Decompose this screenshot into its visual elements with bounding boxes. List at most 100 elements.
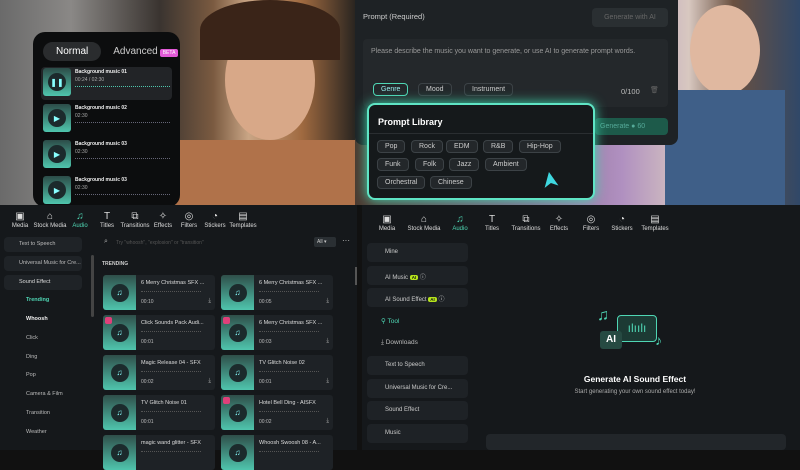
tab-label: Stickers <box>611 226 633 232</box>
sidebar-item-ai-sound-effect[interactable]: AI Sound Effect AI ⓘ <box>367 288 468 307</box>
tag-funk[interactable]: Funk <box>377 158 409 171</box>
tab-transitions[interactable]: ⧉ Transitions <box>120 211 149 229</box>
download-icon[interactable]: ⤓ <box>208 298 211 305</box>
tab-transitions[interactable]: ⧉ Transitions <box>511 214 540 232</box>
tab-titles[interactable]: T Titles <box>100 211 114 229</box>
search-input[interactable]: Try "whoosh", "explosion" or "transition… <box>116 240 204 246</box>
tab-filters[interactable]: ◎ Filters <box>583 214 599 232</box>
music-note-icon: ♫ <box>110 363 129 382</box>
music-item[interactable]: ❚❚ Background music 01 00:24 / 02:30 <box>41 67 172 100</box>
chip-genre[interactable]: Genre <box>373 83 409 96</box>
tab-templates[interactable]: ▤ Templates <box>229 211 256 229</box>
tag-edm[interactable]: EDM <box>446 140 478 153</box>
sound-card[interactable]: ♫ 6 Merry Christmas SFX ... 00:10 ⤓ <box>103 275 215 310</box>
tag-hip-hop[interactable]: Hip-Hop <box>519 140 561 153</box>
tag-chinese[interactable]: Chinese <box>430 176 472 189</box>
tab-media[interactable]: ▣ Media <box>12 211 28 229</box>
tag-pop[interactable]: Pop <box>377 140 406 153</box>
sidebar-item-universal-music[interactable]: Universal Music for Cre... <box>4 256 82 271</box>
sidebar-item-downloads[interactable]: ⤓ Downloads <box>381 339 418 347</box>
play-icon[interactable]: ▶ <box>48 145 66 163</box>
sidebar-item-tool[interactable]: ⚲ Tool <box>381 317 399 325</box>
sub-item-whoosh[interactable]: Whoosh <box>26 316 48 322</box>
prompt-input-box[interactable] <box>486 434 786 450</box>
sound-card[interactable]: ♫ 6 Merry Christmas SFX ... 00:03 ⤓ <box>221 315 333 350</box>
sidebar-item-mine[interactable]: Mine <box>367 243 468 262</box>
sidebar-item-text-to-speech[interactable]: Text to Speech <box>367 356 468 375</box>
sub-item-click[interactable]: Click <box>26 335 38 341</box>
generate-button[interactable]: Generate ● 60 <box>595 118 668 135</box>
content-scrollbar[interactable] <box>355 267 357 285</box>
sound-title: TV Glitch Noise 02 <box>259 360 305 366</box>
tab-stickers[interactable]: ◔ Stickers <box>611 214 632 232</box>
tag-jazz[interactable]: Jazz <box>449 158 480 171</box>
filter-dropdown[interactable]: All ▾ <box>314 237 336 247</box>
tab-effects[interactable]: ✧ Effects <box>154 211 172 229</box>
help-icon[interactable]: ⓘ <box>420 275 426 281</box>
tab-audio[interactable]: ♫ Audio <box>452 214 467 232</box>
tab-stock-media[interactable]: ⌂ Stock Media <box>407 214 440 232</box>
tab-audio[interactable]: ♫ Audio <box>72 211 87 229</box>
tab-label: Transitions <box>511 226 541 232</box>
sound-card[interactable]: ♫ TV Glitch Noise 02 00:01 ⤓ <box>221 355 333 390</box>
waveform <box>141 411 201 412</box>
chip-instrument[interactable]: Instrument <box>464 83 514 96</box>
sub-item-camera-film[interactable]: Camera & Film <box>26 391 63 397</box>
tag-folk[interactable]: Folk <box>415 158 445 171</box>
tab-titles[interactable]: T Titles <box>485 214 499 232</box>
pause-icon[interactable]: ❚❚ <box>48 73 66 91</box>
sound-card[interactable]: ♫ magic wand glitter - SFX <box>103 435 215 470</box>
tab-media[interactable]: ▣ Media <box>379 214 395 232</box>
trash-icon[interactable]: 🗑 <box>650 86 659 94</box>
more-icon[interactable]: ··· <box>342 236 350 245</box>
sub-item-trending[interactable]: Trending <box>26 297 49 303</box>
tab-normal[interactable]: Normal <box>43 42 102 61</box>
hair <box>200 0 340 60</box>
sound-card[interactable]: ♫ Click Sounds Pack Audi... 00:01 <box>103 315 215 350</box>
sound-card[interactable]: ♫ Magic Release 04 - SFX 00:02 ⤓ <box>103 355 215 390</box>
sound-card[interactable]: ♫ TV Glitch Noise 01 00:01 <box>103 395 215 430</box>
tab-templates[interactable]: ▤ Templates <box>641 214 668 232</box>
sidebar-scrollbar[interactable] <box>91 255 94 317</box>
play-icon[interactable]: ▶ <box>48 181 66 199</box>
sidebar-item-music[interactable]: Music <box>367 424 468 443</box>
generate-with-ai-button[interactable]: Generate with AI <box>592 8 668 27</box>
tab-stickers[interactable]: ◔ Stickers <box>204 211 225 229</box>
prompt-textarea[interactable]: Please describe the music you want to ge… <box>363 39 668 107</box>
sound-card[interactable]: ♫ Whoosh Swoosh 08 - A... <box>221 435 333 470</box>
music-note-icon: ♫ <box>228 363 247 382</box>
tag-ambient[interactable]: Ambient <box>485 158 527 171</box>
tab-filters[interactable]: ◎ Filters <box>181 211 197 229</box>
play-icon[interactable]: ▶ <box>48 109 66 127</box>
sub-item-ding[interactable]: Ding <box>26 354 37 360</box>
sidebar-item-universal-music[interactable]: Universal Music for Cre... <box>367 379 468 398</box>
sub-item-pop[interactable]: Pop <box>26 372 36 378</box>
tab-effects[interactable]: ✧ Effects <box>550 214 568 232</box>
download-icon[interactable]: ⤓ <box>208 378 211 385</box>
media-icon: ▣ <box>382 214 392 225</box>
chip-mood[interactable]: Mood <box>418 83 452 96</box>
sub-item-transition[interactable]: Transition <box>26 410 50 416</box>
download-icon[interactable]: ⤓ <box>326 338 329 345</box>
tag-orchestral[interactable]: Orchestral <box>377 176 426 189</box>
sidebar-item-sound-effect[interactable]: Sound Effect <box>4 275 82 290</box>
tag-rock[interactable]: Rock <box>411 140 443 153</box>
help-icon[interactable]: ⓘ <box>438 297 444 303</box>
download-icon[interactable]: ⤓ <box>326 378 329 385</box>
download-icon[interactable]: ⤓ <box>326 418 329 425</box>
tab-label: Titles <box>99 223 115 229</box>
sound-card[interactable]: ♫ Hotel Bell Ding - AISFX 00:02 ⤓ <box>221 395 333 430</box>
sidebar-item-sound-effect[interactable]: Sound Effect <box>367 401 468 420</box>
sub-item-weather[interactable]: Weather <box>26 429 47 435</box>
sound-card[interactable]: ♫ 6 Merry Christmas SFX ... 00:05 ⤓ <box>221 275 333 310</box>
tab-advanced[interactable]: Advanced BETA <box>113 46 179 57</box>
sidebar-item-text-to-speech[interactable]: Text to Speech <box>4 237 82 252</box>
music-item[interactable]: ▶ Background music 02 02:30 <box>41 103 172 136</box>
tag-rnb[interactable]: R&B <box>483 140 514 153</box>
sidebar-item-ai-music[interactable]: AI Music AI ⓘ <box>367 266 468 285</box>
tab-stock-media[interactable]: ⌂ Stock Media <box>33 211 66 229</box>
download-icon[interactable]: ⤓ <box>326 298 329 305</box>
music-item[interactable]: ▶ Background music 03 02:30 <box>41 139 172 172</box>
music-item[interactable]: ▶ Background music 03 02:30 <box>41 175 172 208</box>
face <box>690 5 760 95</box>
